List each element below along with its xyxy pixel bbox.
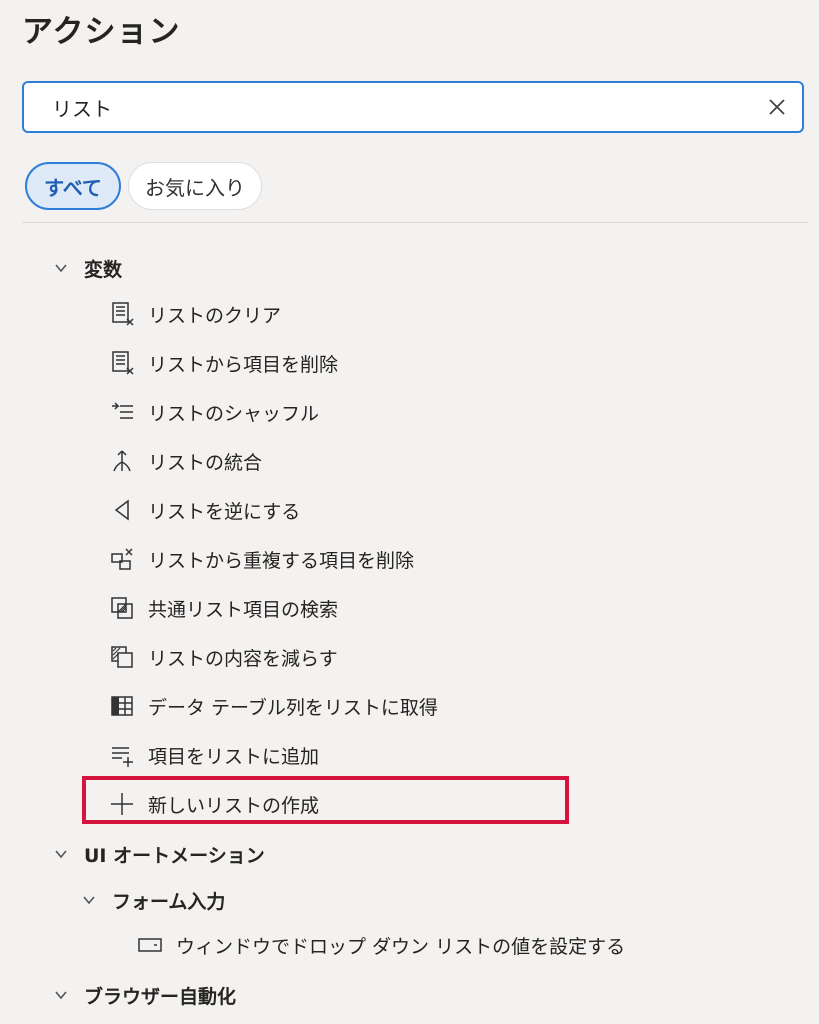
plus-icon — [108, 790, 136, 818]
action-label: ウィンドウでドロップ ダウン リストの値を設定する — [176, 935, 626, 958]
filter-favorites-button[interactable]: お気に入り — [128, 162, 262, 210]
action-label: 共通リスト項目の検索 — [148, 598, 339, 621]
merge-lists-icon — [108, 447, 136, 475]
action-label: リストのシャッフル — [148, 402, 320, 425]
action-label: リストから重複する項目を削除 — [148, 549, 415, 572]
group-label: 変数 — [84, 258, 123, 281]
find-common-items-icon — [108, 594, 136, 622]
remove-duplicates-icon — [108, 545, 136, 573]
datatable-column-icon — [108, 692, 136, 720]
action-label: 項目をリストに追加 — [148, 745, 320, 768]
search-input[interactable] — [52, 83, 752, 131]
shuffle-list-icon — [108, 398, 136, 426]
action-label: リストを逆にする — [148, 500, 301, 523]
action-remove-duplicates[interactable]: リストから重複する項目を削除 — [108, 539, 414, 579]
action-merge-lists[interactable]: リストの統合 — [108, 441, 262, 481]
action-label: リストの統合 — [148, 451, 263, 474]
action-label: リストから項目を削除 — [148, 353, 339, 376]
action-shuffle-list[interactable]: リストのシャッフル — [108, 392, 319, 432]
divider — [22, 222, 808, 223]
subgroup-form-filling[interactable]: フォーム入力 — [78, 880, 225, 920]
dropdown-field-icon — [136, 931, 164, 959]
subgroup-label: フォーム入力 — [112, 890, 226, 913]
action-add-item[interactable]: 項目をリストに追加 — [108, 735, 319, 775]
action-datatable-column[interactable]: データ テーブル列をリストに取得 — [108, 686, 438, 726]
add-item-icon — [108, 741, 136, 769]
action-label: 新しいリストの作成 — [148, 794, 320, 817]
filter-all-button[interactable]: すべて — [25, 162, 121, 210]
group-browser-automation[interactable]: ブラウザー自動化 — [50, 975, 236, 1015]
clear-search-button[interactable] — [762, 92, 792, 122]
action-list-remove-item[interactable]: リストから項目を削除 — [108, 343, 338, 383]
reverse-list-icon — [108, 496, 136, 524]
action-reverse-list[interactable]: リストを逆にする — [108, 490, 300, 530]
group-label: ブラウザー自動化 — [84, 985, 237, 1008]
group-label: UI オートメーション — [84, 844, 265, 867]
group-variables[interactable]: 変数 — [50, 248, 122, 288]
chevron-down-icon — [78, 889, 100, 911]
action-list-clear[interactable]: リストのクリア — [108, 294, 281, 334]
subtract-lists-icon — [108, 643, 136, 671]
search-box[interactable] — [22, 81, 804, 133]
chevron-down-icon — [50, 843, 72, 865]
action-find-common-items[interactable]: 共通リスト項目の検索 — [108, 588, 338, 628]
list-remove-item-icon — [108, 349, 136, 377]
action-set-dropdown-value[interactable]: ウィンドウでドロップ ダウン リストの値を設定する — [136, 925, 625, 965]
action-create-new-list[interactable]: 新しいリストの作成 — [108, 784, 319, 824]
panel-title: アクション — [22, 14, 181, 50]
chevron-down-icon — [50, 984, 72, 1006]
action-label: データ テーブル列をリストに取得 — [148, 696, 438, 719]
list-clear-icon — [108, 300, 136, 328]
action-label: リストのクリア — [148, 304, 282, 327]
action-label: リストの内容を減らす — [148, 647, 338, 670]
close-icon — [769, 99, 785, 115]
action-subtract-lists[interactable]: リストの内容を減らす — [108, 637, 338, 677]
chevron-down-icon — [50, 257, 72, 279]
group-ui-automation[interactable]: UI オートメーション — [50, 834, 265, 874]
